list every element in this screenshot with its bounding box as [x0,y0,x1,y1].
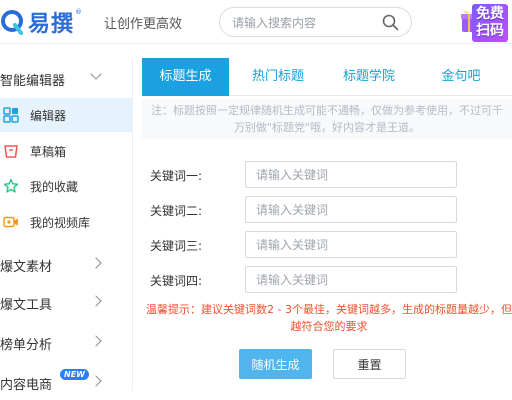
grid-icon [3,107,19,123]
sidebar-item-label: 编辑器 [30,109,67,123]
sidebar-group-label: 榜单分析 [0,338,53,353]
keyword-row-4: 关键词四: [150,266,510,294]
sidebar-item-favorites[interactable]: 我的收藏 [0,169,133,203]
draft-icon [4,145,18,158]
tab-hot-titles[interactable]: 热门标题 [234,58,322,96]
chevron-down-icon [90,68,102,80]
new-badge: NEW [60,369,89,380]
keyword-1-label: 关键词一: [150,169,203,183]
keyword-3-label: 关键词三: [150,239,203,253]
keyword-row-3: 关键词三: [150,231,510,259]
keyword-row-1: 关键词一: [150,161,510,189]
search-icon[interactable] [382,14,399,31]
keyword-4-label: 关键词四: [150,274,203,288]
main-panel: 标题生成 热门标题 标题学院 金句吧 注：标题按照一定规律随机生成可能不通畅，仅… [142,58,512,391]
keyword-row-2: 关键词二: [150,196,510,224]
sidebar-group-hot-tools[interactable]: 爆文工具 [0,284,133,320]
keyword-2-input[interactable] [245,196,457,223]
sidebar-group-hot-materials[interactable]: 爆文素材 [0,246,133,282]
top-header: 易撰 ® 让创作更高效 免费 扫码 [0,0,512,44]
sidebar-group-label: 智能编辑器 [0,74,66,89]
tab-golden-quotes[interactable]: 金句吧 [418,58,504,96]
promo-line-1: 免费 [476,6,504,22]
sidebar-item-video-library[interactable]: 我的视频库 [0,205,133,239]
sidebar-group-ranking[interactable]: 榜单分析 [0,324,133,360]
tab-title-academy[interactable]: 标题学院 [326,58,412,96]
logo-text: 易撰 [28,12,75,37]
slogan: 让创作更高效 [104,17,183,32]
hint-text: 温馨提示：建议关键词数2 - 3个最佳，关键词越多，生成的标题量越少，但越符合您… [146,303,512,333]
star-icon [3,178,19,193]
site-logo[interactable]: 易撰 ® [0,6,82,38]
keyword-2-label: 关键词二: [150,204,203,218]
chevron-right-icon [90,375,102,387]
promo-line-2: 扫码 [476,23,504,39]
logo-registered-mark: ® [75,8,83,16]
sidebar-group-label: 爆文素材 [0,260,53,275]
search-box [219,7,412,37]
chevron-right-icon [90,295,102,307]
tab-title-generate[interactable]: 标题生成 [142,58,229,96]
sidebar-item-label: 草稿箱 [30,145,67,159]
generate-button[interactable]: 随机生成 [239,349,312,379]
tab-bar: 标题生成 热门标题 标题学院 金句吧 [142,58,512,96]
sidebar-item-label: 我的视频库 [30,216,91,230]
promo-label[interactable]: 免费 扫码 [472,4,508,42]
sidebar-group-label: 内容电商 [0,378,53,393]
sidebar-item-editor[interactable]: 编辑器 [0,98,133,132]
reset-button[interactable]: 重置 [333,349,406,379]
logo-mark-icon [1,10,23,35]
keyword-1-input[interactable] [245,161,457,188]
keyword-3-input[interactable] [245,231,457,258]
sidebar-item-label: 我的收藏 [30,180,79,194]
notice-text: 注：标题按照一定规律随机生成可能不通畅，仅做为参考使用，不过可千万别做"标题党"… [142,99,512,139]
video-icon [3,216,18,228]
chevron-right-icon [90,335,102,347]
sidebar-group-label: 爆文工具 [0,298,53,313]
sidebar-item-drafts[interactable]: 草稿箱 [0,134,133,168]
sidebar-group-smart-editor[interactable]: 智能编辑器 [0,60,133,96]
search-input[interactable] [232,14,382,32]
keyword-4-input[interactable] [245,266,457,293]
sidebar: 智能编辑器 编辑器 草稿箱 我的收藏 我的视频库 爆文素材 爆文工具 榜单分析 … [0,58,133,393]
chevron-right-icon [90,257,102,269]
